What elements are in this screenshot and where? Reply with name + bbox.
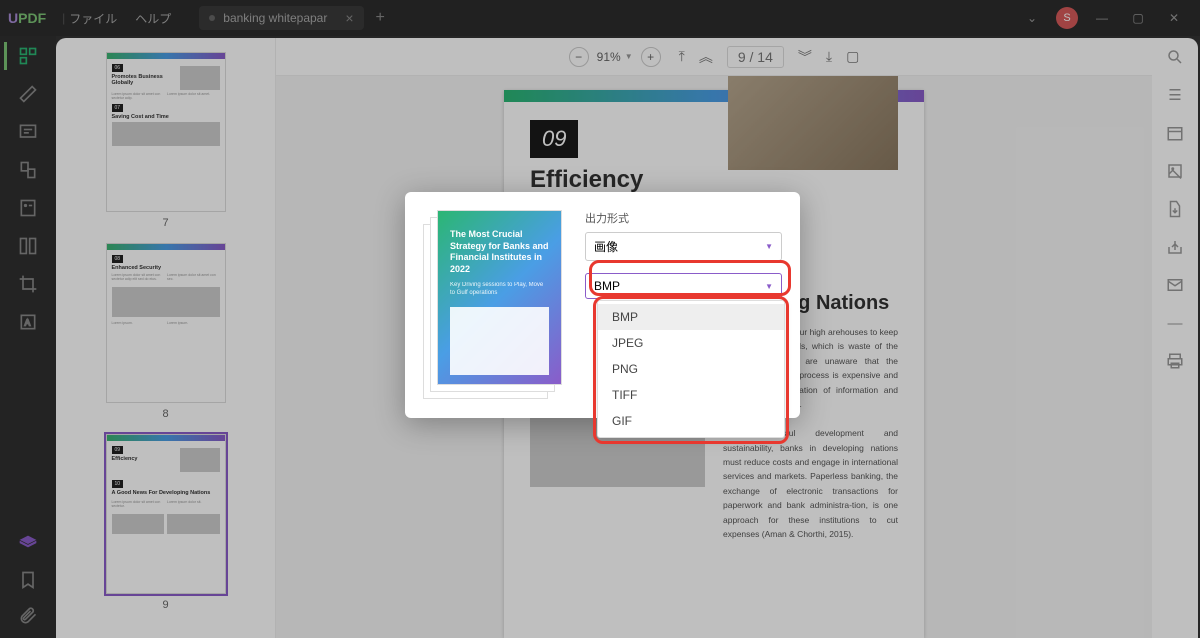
output-format-select[interactable]: 画像▼	[585, 232, 782, 261]
option-gif[interactable]: GIF	[598, 408, 784, 434]
option-png[interactable]: PNG	[598, 356, 784, 382]
chevron-down-icon: ▼	[765, 282, 773, 291]
option-jpeg[interactable]: JPEG	[598, 330, 784, 356]
output-type-select[interactable]: BMP▼	[585, 273, 782, 299]
option-tiff[interactable]: TIFF	[598, 382, 784, 408]
format-dropdown: BMP JPEG PNG TIFF GIF	[597, 300, 785, 438]
export-preview: The Most Crucial Strategy for Banks and …	[423, 210, 563, 400]
chevron-down-icon: ▼	[765, 242, 773, 251]
option-bmp[interactable]: BMP	[598, 304, 784, 330]
output-format-label: 出力形式	[585, 210, 782, 226]
